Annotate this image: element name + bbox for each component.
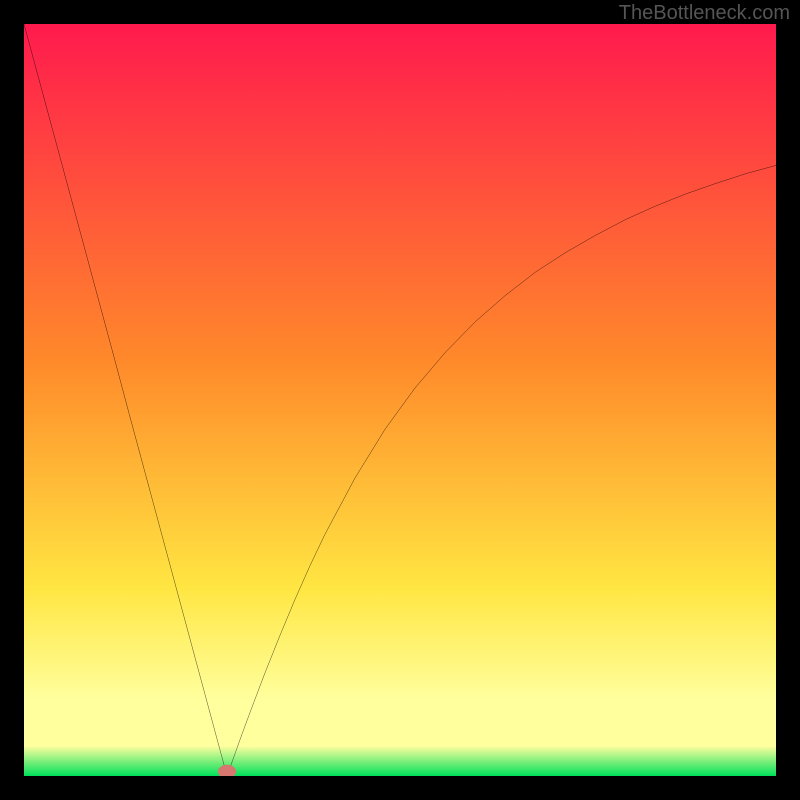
watermark-text: TheBottleneck.com: [619, 2, 790, 25]
chart-frame: TheBottleneck.com: [0, 0, 800, 800]
bottleneck-chart: [24, 24, 776, 776]
gradient-background: [24, 24, 776, 776]
